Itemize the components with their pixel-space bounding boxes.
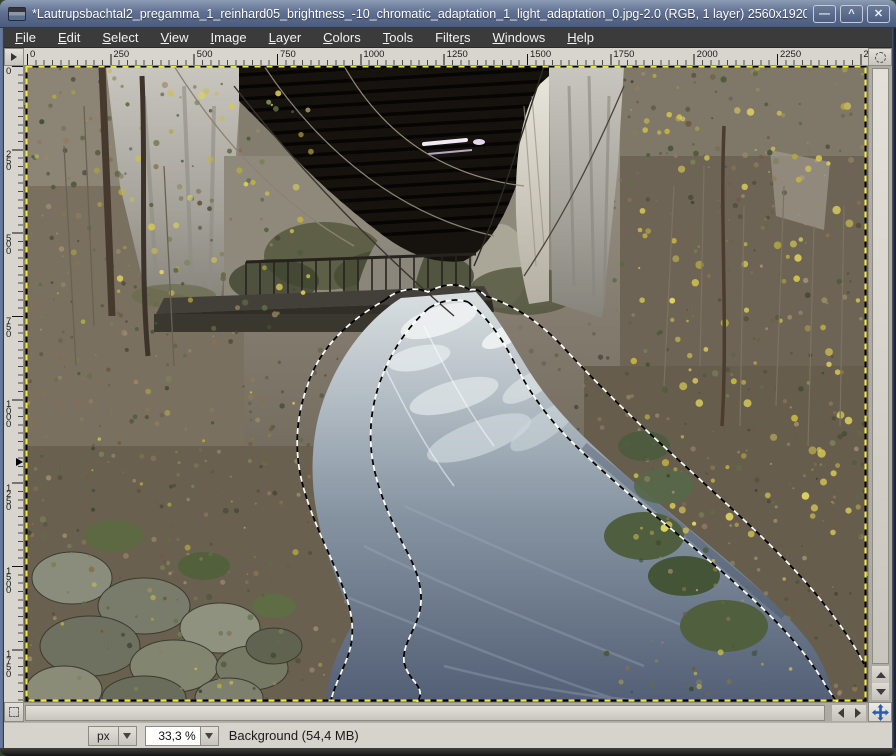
gimp-image-window: *Lautrupsbachtal2_pregamma_1_reinhard05_…: [0, 0, 896, 756]
menu-item-help[interactable]: Help: [556, 28, 605, 47]
triangle-left-icon: [838, 708, 844, 718]
unit-combo[interactable]: px: [88, 726, 137, 746]
window-border-bottom: [0, 748, 896, 756]
titlebar[interactable]: *Lautrupsbachtal2_pregamma_1_reinhard05_…: [0, 0, 896, 28]
v-ruler-label: 1250: [6, 486, 15, 512]
zoom-follow-dashed-icon: [875, 52, 886, 63]
v-ruler-label: 250: [6, 152, 15, 172]
zoom-entry[interactable]: 33,3 %: [145, 726, 201, 746]
window-thumbnail-icon: [8, 7, 26, 21]
h-ruler-label: 1750: [613, 49, 634, 60]
vertical-scrollbar[interactable]: [868, 66, 892, 702]
v-ruler-label: 1750: [6, 652, 15, 678]
image-menu-button[interactable]: [4, 48, 24, 66]
vertical-ruler[interactable]: 0 250 500 750 1000 1250 1500 1750: [4, 66, 24, 702]
canvas-viewport[interactable]: [24, 66, 868, 702]
menu-item-edit[interactable]: Edit: [47, 28, 91, 47]
h-ruler-label: 1250: [447, 49, 468, 60]
vertical-scrollbar-thumb[interactable]: [872, 68, 889, 664]
h-ruler-label: 750: [280, 49, 296, 60]
statusbar: px 33,3 % Background (54,4 MB): [4, 722, 892, 748]
menu-item-filters[interactable]: Filters: [424, 28, 481, 47]
scroll-left-button[interactable]: [832, 705, 849, 721]
menu-item-colors[interactable]: Colors: [312, 28, 372, 47]
zoom-follow-window-button[interactable]: [868, 48, 892, 66]
h-ruler-label: 1000: [363, 49, 384, 60]
menu-item-select[interactable]: Select: [91, 28, 149, 47]
menu-item-windows[interactable]: Windows: [482, 28, 557, 47]
h-ruler-label: 500: [197, 49, 213, 60]
v-ruler-label: 1500: [6, 569, 15, 595]
v-ruler-label: 750: [6, 319, 15, 339]
menu-item-view[interactable]: View: [150, 28, 200, 47]
window-title: *Lautrupsbachtal2_pregamma_1_reinhard05_…: [32, 7, 807, 21]
window-border-right: [892, 28, 896, 748]
minimize-button[interactable]: —: [813, 5, 836, 23]
h-ruler-label: 250: [113, 49, 129, 60]
ruler-position-marker: [16, 458, 23, 466]
triangle-down-icon: [876, 689, 886, 695]
menubar: FileEditSelectViewImageLayerColorsToolsF…: [4, 28, 892, 48]
menu-item-layer[interactable]: Layer: [258, 28, 313, 47]
unit-dropdown-button[interactable]: [119, 726, 137, 746]
scroll-up-button[interactable]: [872, 666, 889, 683]
menu-item-image[interactable]: Image: [199, 28, 257, 47]
menu-item-file[interactable]: File: [4, 28, 47, 47]
menu-arrow-right-icon: [11, 53, 17, 61]
navigation-preview-button[interactable]: [868, 702, 892, 722]
horizontal-ruler[interactable]: 02505007501000125015001750200022502500: [24, 48, 868, 66]
v-ruler-label: 0: [6, 69, 15, 76]
triangle-right-icon: [855, 708, 861, 718]
canvas-image[interactable]: [24, 66, 868, 702]
triangle-down-icon: [205, 733, 213, 739]
status-text: Background (54,4 MB): [229, 728, 359, 743]
navigation-cross-icon: [872, 704, 889, 721]
maximize-button[interactable]: ^: [840, 5, 863, 23]
horizontal-scrollbar-thumb[interactable]: [25, 705, 825, 721]
horizontal-scrollbar[interactable]: [24, 702, 868, 722]
v-ruler-label: 500: [6, 236, 15, 256]
v-ruler-label: 1000: [6, 402, 15, 428]
quickmask-dashed-square-icon: [9, 707, 19, 717]
h-ruler-label: 2250: [780, 49, 801, 60]
window-controls: — ^ ✕: [813, 5, 890, 23]
unit-label[interactable]: px: [88, 726, 119, 746]
h-ruler-label: 2000: [697, 49, 718, 60]
zoom-dropdown-button[interactable]: [201, 726, 219, 746]
menu-item-tools[interactable]: Tools: [372, 28, 424, 47]
h-ruler-label: 0: [30, 49, 35, 60]
triangle-up-icon: [876, 672, 886, 678]
h-ruler-label: 1500: [530, 49, 551, 60]
scroll-right-button[interactable]: [849, 705, 866, 721]
close-button[interactable]: ✕: [867, 5, 890, 23]
zoom-combo[interactable]: 33,3 %: [145, 726, 219, 746]
scroll-down-button[interactable]: [872, 683, 889, 700]
triangle-down-icon: [123, 733, 131, 739]
quickmask-toggle-button[interactable]: [4, 702, 24, 722]
